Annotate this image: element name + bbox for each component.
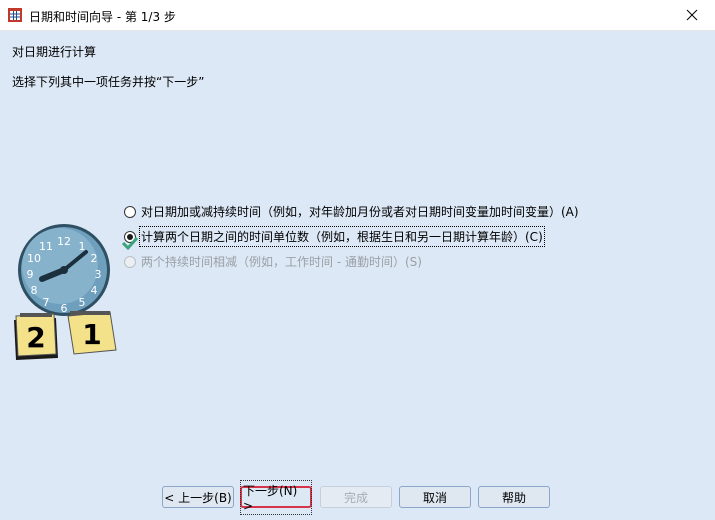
cancel-button[interactable]: 取消 bbox=[399, 486, 471, 508]
back-button[interactable]: < 上一步(B) bbox=[162, 486, 234, 508]
app-icon bbox=[8, 8, 22, 22]
clock-number-9: 9 bbox=[27, 268, 34, 281]
task-options: 对日期加或减持续时间（例如，对年龄加月份或者对日期时间变量加时间变量）(A) 计… bbox=[122, 199, 579, 274]
close-icon bbox=[686, 9, 698, 21]
finish-button: 完成 bbox=[320, 486, 392, 508]
clock-number-4: 4 bbox=[91, 284, 98, 297]
instruction-text: 选择下列其中一项任务并按“下一步” bbox=[12, 75, 205, 89]
option-add-duration-label: 对日期加或减持续时间（例如，对年龄加月份或者对日期时间变量加时间变量）(A) bbox=[141, 205, 579, 219]
clock-number-12: 12 bbox=[57, 235, 71, 248]
clock-number-11: 11 bbox=[39, 240, 53, 253]
next-button[interactable]: 下一步(N) > bbox=[240, 479, 312, 515]
option-calc-units[interactable]: 计算两个日期之间的时间单位数（例如，根据生日和另一日期计算年龄）(C) bbox=[122, 224, 579, 250]
clock-number-5: 5 bbox=[79, 296, 86, 309]
clock-number-6: 6 bbox=[61, 302, 68, 315]
title-bar: 日期和时间向导 - 第 1/3 步 bbox=[0, 0, 715, 31]
close-button[interactable] bbox=[669, 0, 715, 30]
window-title: 日期和时间向导 - 第 1/3 步 bbox=[29, 10, 176, 24]
radio-subtract-durations bbox=[124, 255, 136, 268]
clock-number-2: 2 bbox=[91, 252, 98, 265]
calendar-page-1: 1 bbox=[67, 311, 117, 355]
clock-number-8: 8 bbox=[31, 284, 38, 297]
clock-calendar-illustration: 12 1 2 3 4 5 6 7 8 9 10 11 2 1 bbox=[14, 224, 117, 360]
radio-add-duration[interactable] bbox=[124, 205, 136, 218]
checkmark-icon bbox=[122, 236, 138, 250]
clock-number-3: 3 bbox=[95, 268, 102, 281]
page-heading: 对日期进行计算 bbox=[12, 45, 97, 59]
button-bar: < 上一步(B) 下一步(N) > 完成 取消 帮助 bbox=[0, 479, 715, 515]
calendar-day-1: 1 bbox=[82, 318, 101, 351]
option-add-duration[interactable]: 对日期加或减持续时间（例如，对年龄加月份或者对日期时间变量加时间变量）(A) bbox=[124, 199, 579, 224]
option-subtract-durations: 两个持续时间相减（例如，工作时间 - 通勤时间）(S) bbox=[124, 249, 579, 274]
calendar-day-2: 2 bbox=[26, 321, 45, 354]
clock-number-10: 10 bbox=[27, 252, 41, 265]
option-calc-units-label: 计算两个日期之间的时间单位数（例如，根据生日和另一日期计算年龄）(C) bbox=[139, 226, 545, 247]
help-button[interactable]: 帮助 bbox=[478, 486, 550, 508]
calendar-page-2: 2 bbox=[14, 313, 58, 360]
clock-number-7: 7 bbox=[43, 296, 50, 309]
option-subtract-durations-label: 两个持续时间相减（例如，工作时间 - 通勤时间）(S) bbox=[141, 255, 422, 269]
